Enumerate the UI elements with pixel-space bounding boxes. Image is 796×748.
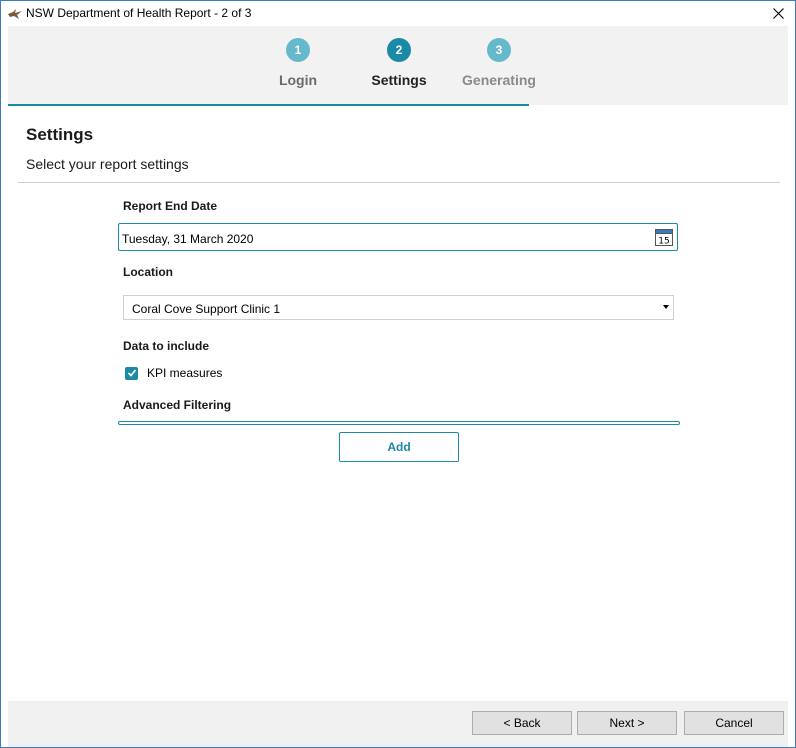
calendar-day: 15 (658, 237, 669, 247)
step-label: Login (278, 72, 318, 88)
wizard-stepper: 1 Login 2 Settings 3 Generating (8, 26, 788, 106)
close-button[interactable] (761, 1, 795, 26)
wizard-footer: < Back Next > Cancel (8, 701, 788, 747)
page-title: Settings (26, 125, 94, 144)
step-settings: 2 Settings (349, 38, 449, 88)
advanced-filter-list (118, 421, 680, 425)
step-login: 1 Login (248, 38, 348, 88)
step-label: Settings (371, 72, 427, 88)
data-to-include-label: Data to include (123, 339, 210, 353)
location-label: Location (123, 265, 173, 279)
next-button[interactable]: Next > (577, 711, 677, 735)
stepper-progress-line (8, 104, 529, 106)
back-button[interactable]: < Back (472, 711, 572, 735)
step-number: 1 (286, 38, 310, 62)
step-number: 3 (487, 38, 511, 62)
kpi-measures-checkbox-row[interactable]: KPI measures (125, 366, 222, 380)
cancel-button[interactable]: Cancel (684, 711, 784, 735)
window-title: NSW Department of Health Report - 2 of 3 (26, 6, 252, 20)
report-end-date-label: Report End Date (123, 199, 218, 213)
calendar-icon[interactable]: 15 (655, 228, 673, 247)
title-bar: NSW Department of Health Report - 2 of 3 (1, 1, 795, 26)
close-icon (772, 8, 784, 19)
checkmark-icon (127, 369, 136, 377)
advanced-filtering-label: Advanced Filtering (123, 398, 232, 412)
step-generating: 3 Generating (449, 38, 549, 88)
step-number: 2 (387, 38, 411, 62)
kpi-measures-checkbox[interactable] (125, 366, 138, 380)
report-end-date-picker[interactable]: Tuesday, 31 March 2020 15 (118, 223, 678, 251)
report-wizard-window: NSW Department of Health Report - 2 of 3… (0, 0, 796, 748)
location-value: Coral Cove Support Clinic 1 (132, 302, 281, 316)
chevron-down-icon (663, 305, 669, 309)
location-select[interactable]: Coral Cove Support Clinic 1 (123, 295, 674, 320)
page-subtitle: Select your report settings (26, 156, 189, 172)
header-divider (18, 182, 780, 183)
bird-logo-icon (7, 7, 23, 19)
kpi-measures-label: KPI measures (147, 366, 223, 380)
add-filter-button[interactable]: Add (339, 432, 459, 462)
step-label: Generating (462, 72, 536, 88)
report-end-date-value: Tuesday, 31 March 2020 (122, 232, 254, 246)
